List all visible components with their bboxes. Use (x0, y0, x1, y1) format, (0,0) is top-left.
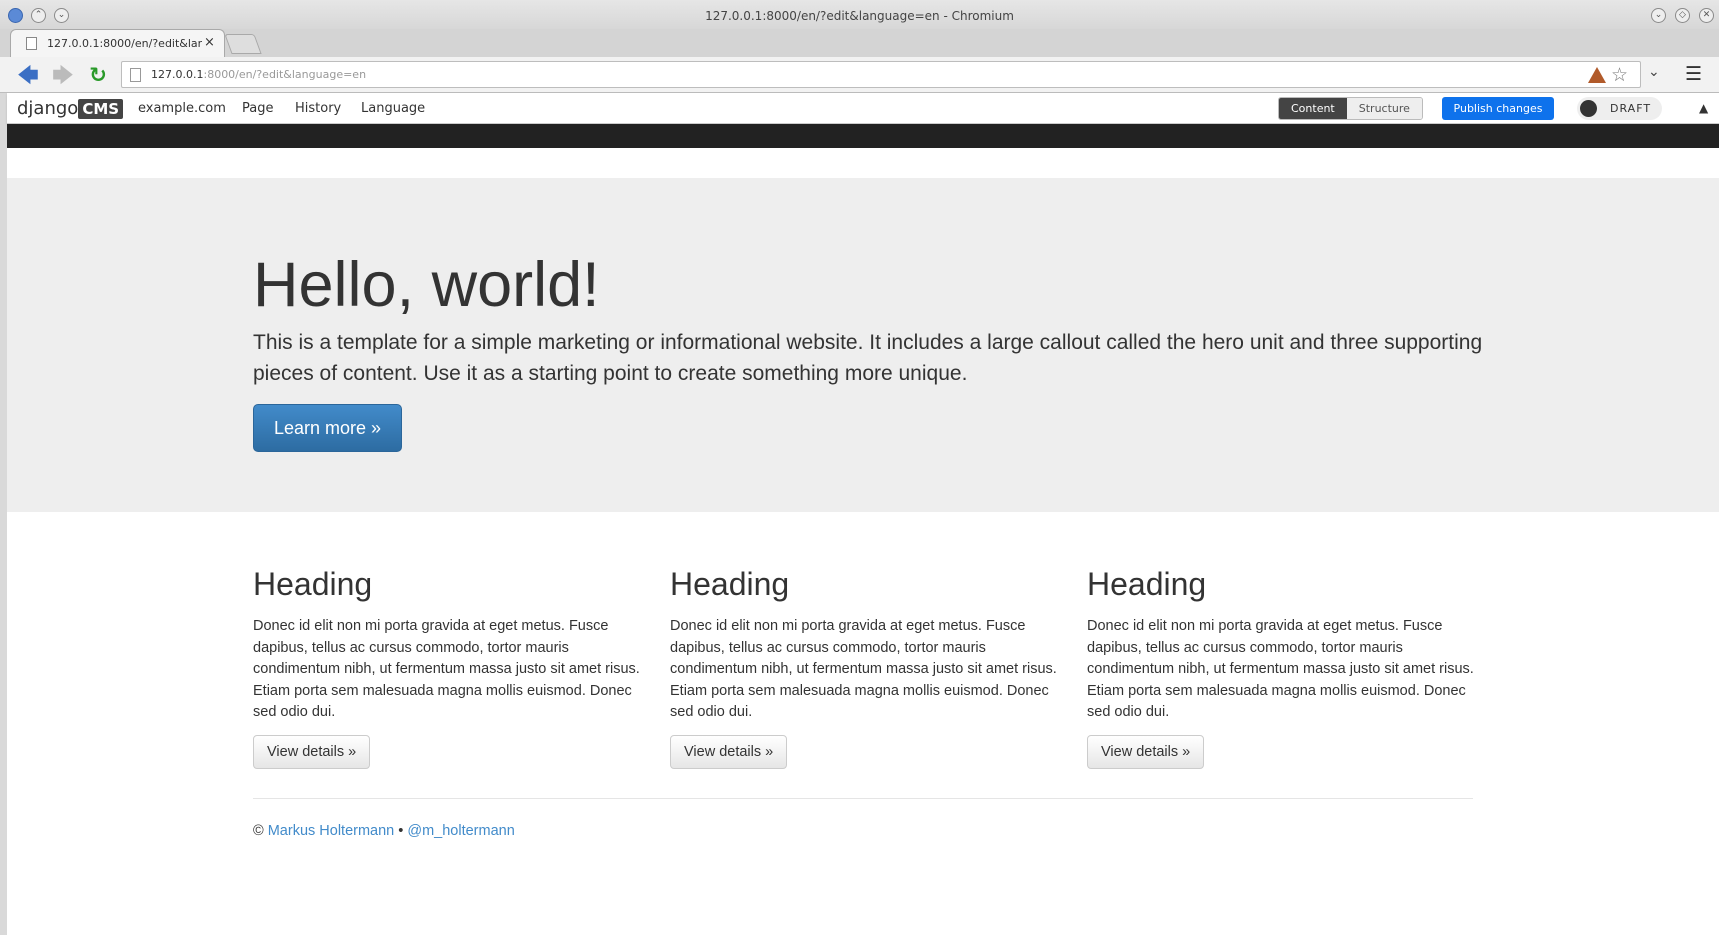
new-tab-button[interactable] (224, 34, 262, 54)
hero-unit: Hello, world! This is a template for a s… (7, 178, 1719, 512)
close-window-icon[interactable]: ✕ (1699, 8, 1714, 23)
tab-label: 127.0.0.1:8000/en/?edit&language=en (47, 37, 202, 50)
url-path: :8000/en/?edit&language=en (203, 68, 367, 81)
cms-menu-language[interactable]: Language (361, 101, 425, 116)
footer: © Markus Holtermann • @m_holtermann (253, 823, 515, 839)
learn-more-button[interactable]: Learn more » (253, 404, 402, 452)
hero-title: Hello, world! (253, 250, 600, 320)
toggle-knob-icon (1580, 100, 1597, 117)
logo-text: django (17, 98, 79, 119)
window-title: 127.0.0.1:8000/en/?edit&language=en - Ch… (705, 9, 1014, 23)
url-text[interactable]: 127.0.0.1:8000/en/?edit&language=en (151, 68, 366, 81)
cms-toolbar: django CMS example.com Page History Langu… (7, 93, 1719, 124)
footer-divider (253, 798, 1473, 799)
page-content: Hello, world! This is a template for a s… (7, 124, 1719, 935)
minimize-icon[interactable]: ⌄ (1651, 8, 1666, 23)
column-heading: Heading (1087, 566, 1207, 602)
url-host: 127.0.0.1 (151, 68, 204, 81)
draft-label: DRAFT (1610, 102, 1652, 115)
column-heading: Heading (253, 566, 373, 602)
browser-toolbar: 🡄 🡆 ↻ 127.0.0.1:8000/en/?edit&language=e… (0, 57, 1719, 93)
structure-mode-button[interactable]: Structure (1346, 98, 1422, 119)
twitter-link[interactable]: @m_holtermann (407, 823, 514, 839)
view-details-button[interactable]: View details » (253, 734, 371, 769)
browser-menu-icon[interactable]: ☰ (1685, 63, 1702, 85)
extension-icon[interactable] (1588, 67, 1606, 83)
collapse-toolbar-icon[interactable]: ▲ (1699, 101, 1708, 115)
reload-icon[interactable]: ↻ (86, 63, 110, 87)
logo-badge: CMS (78, 99, 124, 119)
column-body: Donec id elit non mi porta gravida at eg… (670, 618, 1057, 720)
hero-text: This is a template for a simple marketin… (253, 331, 1483, 385)
column-body: Donec id elit non mi porta gravida at eg… (1087, 618, 1474, 720)
site-navbar (7, 124, 1719, 148)
content-column: Heading Donec id elit non mi porta gravi… (670, 566, 1060, 769)
view-details-button[interactable]: View details » (1087, 734, 1205, 769)
maximize-icon[interactable]: ◇ (1675, 8, 1690, 23)
cms-menu-site[interactable]: example.com (138, 101, 226, 116)
address-bar[interactable]: 127.0.0.1:8000/en/?edit&language=en ☆ (121, 61, 1641, 88)
forward-icon[interactable]: 🡆 (51, 63, 75, 87)
draft-toggle[interactable]: DRAFT (1577, 97, 1662, 120)
bookmark-star-icon[interactable]: ☆ (1611, 64, 1628, 86)
content-column: Heading Donec id elit non mi porta gravi… (1087, 566, 1477, 769)
mode-switch: Content Structure (1278, 97, 1423, 120)
tab-current[interactable]: 127.0.0.1:8000/en/?edit&language=en × (10, 29, 225, 57)
content-mode-button[interactable]: Content (1279, 98, 1347, 119)
column-body: Donec id elit non mi porta gravida at eg… (253, 618, 640, 720)
author-link[interactable]: Markus Holtermann (268, 823, 395, 839)
chevron-down-icon[interactable]: ⌄ (1648, 64, 1660, 80)
cms-logo[interactable]: django CMS (17, 98, 124, 119)
copyright-symbol: © (253, 823, 264, 839)
page-icon (130, 68, 141, 82)
window-titlebar: ⌃ ⌄ 127.0.0.1:8000/en/?edit&language=en … (0, 0, 1719, 31)
footer-separator: • (398, 823, 404, 839)
publish-changes-button[interactable]: Publish changes (1442, 97, 1554, 120)
content-column: Heading Donec id elit non mi porta gravi… (253, 566, 643, 769)
cms-menu-page[interactable]: Page (242, 101, 273, 116)
view-details-button[interactable]: View details » (670, 734, 788, 769)
column-heading: Heading (670, 566, 790, 602)
close-tab-icon[interactable]: × (204, 35, 215, 50)
cms-menu-history[interactable]: History (295, 101, 341, 116)
page-icon (26, 37, 37, 50)
tab-strip: 127.0.0.1:8000/en/?edit&language=en × (0, 29, 1719, 57)
back-icon[interactable]: 🡄 (16, 63, 40, 87)
